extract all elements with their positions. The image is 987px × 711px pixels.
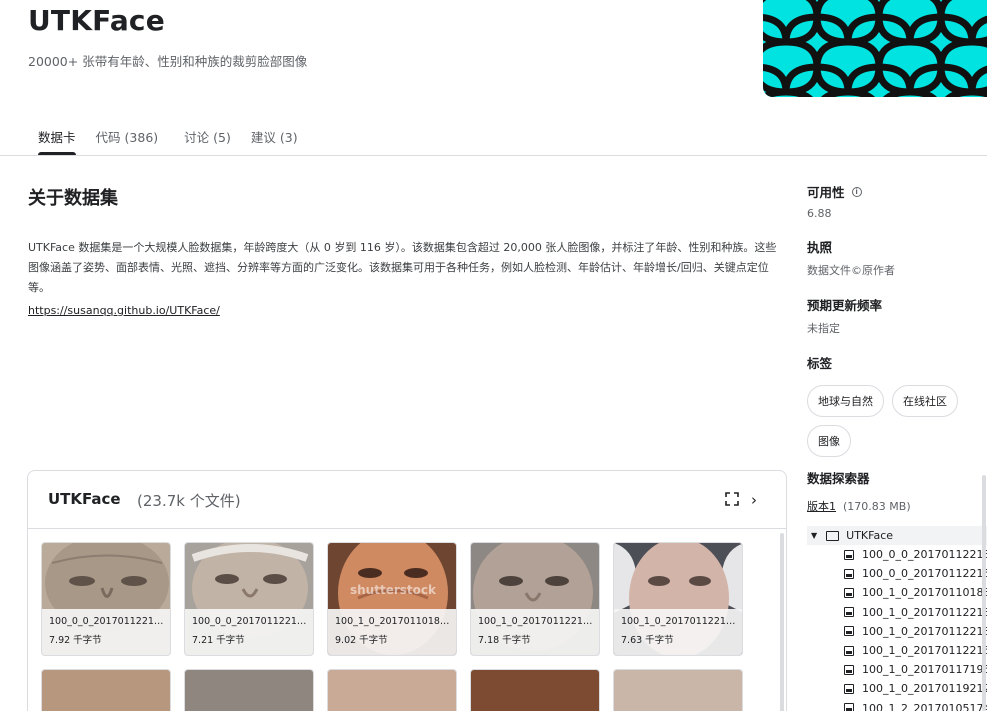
card-divider	[28, 528, 786, 529]
sidebar-scrollbar[interactable]	[982, 475, 986, 711]
license-value: 数据文件©原作者	[807, 264, 895, 277]
image-thumbnail[interactable]: 100_1_0_201701122133... 7.63 千字节	[613, 542, 743, 656]
file-size: 7.63 千字节	[621, 635, 674, 646]
file-item[interactable]: 100_0_0_201701122135	[807, 545, 987, 564]
image-thumbnail[interactable]: 100_0_0_201701122135... 7.92 千字节	[41, 542, 171, 656]
tab-divider	[0, 155, 987, 156]
image-thumbnail[interactable]	[41, 669, 171, 711]
file-item[interactable]: 100_1_0_201701122150	[807, 641, 987, 660]
file-preview-card: UTKFace (23.7k 个文件) › 100_0_0_2017011221…	[27, 470, 787, 711]
usability-label: 可用性	[807, 185, 845, 200]
image-thumbnail[interactable]: 100_0_0_201701122152... 7.21 千字节	[184, 542, 314, 656]
fullscreen-icon[interactable]	[725, 492, 739, 506]
file-size: 9.02 千字节	[335, 635, 388, 646]
watermark-text: shutterstock	[350, 583, 436, 597]
image-file-icon	[844, 703, 854, 711]
file-size: 7.92 千字节	[49, 635, 102, 646]
file-tree: ▼ UTKFace 100_0_0_201701122135 100_0_0_2…	[807, 526, 987, 711]
caret-down-icon[interactable]: ▼	[811, 531, 817, 540]
usability-value: 6.88	[807, 207, 832, 220]
image-file-icon	[844, 549, 854, 560]
info-icon[interactable]: i	[851, 186, 862, 197]
image-file-icon	[844, 568, 854, 579]
tab-discussion[interactable]: 讨论 (5)	[184, 118, 231, 155]
image-file-icon	[844, 683, 854, 694]
image-file-icon	[844, 587, 854, 598]
about-heading: 关于数据集	[28, 188, 118, 209]
dataset-subtitle: 20000+ 张带有年龄、性别和种族的裁剪脸部图像	[28, 54, 308, 69]
file-name: 100_0_0_201701122135...	[49, 616, 166, 627]
file-name: 100_1_0_201701122133...	[621, 616, 738, 627]
chevron-right-icon[interactable]: ›	[751, 491, 757, 509]
source-link[interactable]: https://susanqq.github.io/UTKFace/	[28, 304, 220, 317]
tab-code[interactable]: 代码 (386)	[96, 118, 159, 155]
tab-suggestions[interactable]: 建议 (3)	[251, 118, 298, 155]
card-file-count: (23.7k 个文件)	[137, 492, 241, 510]
tag-chip[interactable]: 在线社区	[892, 385, 958, 417]
file-name: 100_0_0_201701122152...	[192, 616, 309, 627]
data-explorer: 数据探索器 版本1 (170.83 MB) ▼ UTKFace 100_0_0_…	[807, 468, 987, 711]
image-file-icon	[844, 626, 854, 637]
dataset-banner-image	[763, 0, 987, 97]
tab-bar: 数据卡 代码 (386) 讨论 (5) 建议 (3)	[28, 118, 318, 155]
file-item[interactable]: 100_1_0_201701122133	[807, 622, 987, 641]
image-thumbnail[interactable]: 100_1_0_201701122130... 7.18 千字节	[470, 542, 600, 656]
tag-chip[interactable]: 地球与自然	[807, 385, 884, 417]
file-item[interactable]: 100_0_0_201701122152	[807, 564, 987, 583]
image-thumbnail[interactable]	[327, 669, 457, 711]
image-thumbnail[interactable]: shutterstock 100_1_0_201701101837... 9.02…	[327, 542, 457, 656]
image-thumbnail[interactable]	[184, 669, 314, 711]
version-size: (170.83 MB)	[843, 500, 911, 513]
image-file-icon	[844, 645, 854, 656]
file-size: 7.18 千字节	[478, 635, 531, 646]
image-thumbnail[interactable]	[613, 669, 743, 711]
image-thumbnail[interactable]	[470, 669, 600, 711]
tag-chip[interactable]: 图像	[807, 425, 851, 457]
file-size: 7.21 千字节	[192, 635, 245, 646]
file-item[interactable]: 100_1_0_201701171954	[807, 660, 987, 679]
card-title: UTKFace	[48, 490, 121, 508]
update-frequency-label: 预期更新频率	[807, 298, 883, 313]
file-name: 100_1_0_201701101837...	[335, 616, 452, 627]
update-frequency-value: 未指定	[807, 322, 840, 335]
card-scrollbar[interactable]	[780, 533, 784, 711]
file-item[interactable]: 100_1_0_201701101837	[807, 583, 987, 602]
tree-root-folder[interactable]: ▼ UTKFace	[807, 526, 987, 545]
folder-icon	[826, 530, 840, 541]
license-label: 执照	[807, 240, 833, 255]
metadata-sidebar: 可用性 i 6.88 执照 数据文件©原作者 预期更新频率 未指定 标签 地球与自…	[807, 182, 987, 474]
image-file-icon	[844, 664, 854, 675]
dataset-title: UTKFace	[28, 4, 165, 37]
file-item[interactable]: 100_1_0_201701192120	[807, 679, 987, 698]
file-name: 100_1_0_201701122130...	[478, 616, 595, 627]
data-explorer-heading: 数据探索器	[807, 471, 870, 486]
folder-name: UTKFace	[846, 529, 894, 542]
file-item[interactable]: 100_1_2_201701051748	[807, 699, 987, 711]
version-link[interactable]: 版本1	[807, 500, 836, 513]
about-paragraph: UTKFace 数据集是一个大规模人脸数据集，年龄跨度大（从 0 岁到 116 …	[28, 241, 777, 294]
tab-data-card[interactable]: 数据卡	[28, 118, 76, 155]
image-file-icon	[844, 607, 854, 618]
file-item[interactable]: 100_1_0_201701122130	[807, 603, 987, 622]
tags-label: 标签	[807, 356, 833, 371]
